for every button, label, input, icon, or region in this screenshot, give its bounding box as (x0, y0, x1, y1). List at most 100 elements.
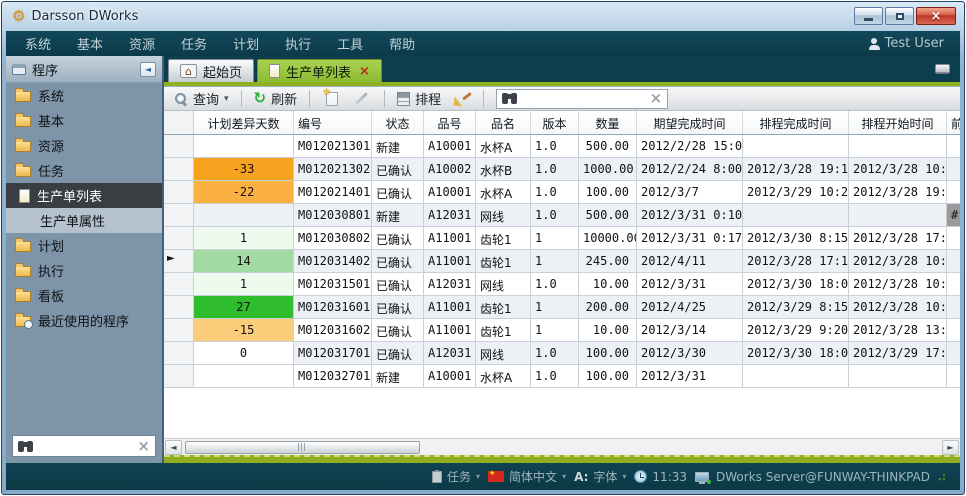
table-row[interactable]: 0M012031701已确认A12031网线1.0100.002012/3/30… (164, 342, 960, 365)
scroll-thumb[interactable] (185, 441, 420, 454)
table-row[interactable]: ►14M012031402已确认A11001齿轮11245.002012/4/1… (164, 250, 960, 273)
cell-clipped-col[interactable] (947, 273, 960, 296)
pin-icon[interactable] (935, 64, 950, 73)
cell-version[interactable]: 1.0 (531, 135, 579, 158)
cell-qty[interactable]: 1000.00 (579, 158, 637, 181)
cell-plan-diff-days[interactable]: 27 (194, 296, 294, 319)
tab-close-icon[interactable]: × (359, 65, 370, 78)
cell-item-no[interactable]: A11001 (424, 227, 476, 250)
cell-qty[interactable]: 100.00 (579, 365, 637, 388)
cell-clipped-col[interactable] (947, 365, 960, 388)
cell-sched-finish[interactable]: 2012/3/29 10:20 (743, 181, 849, 204)
table-row[interactable]: M012032701新建A10001水杯A1.0100.002012/3/31 (164, 365, 960, 388)
cell-plan-diff-days[interactable] (194, 365, 294, 388)
cell-order-no[interactable]: M012030801 (294, 204, 372, 227)
menu-item-4[interactable]: 任务 (168, 34, 220, 53)
sidebar-search-input[interactable] (38, 439, 132, 453)
cell-status[interactable]: 已确认 (372, 250, 424, 273)
cell-order-no[interactable]: M012021302 (294, 158, 372, 181)
cell-sched-start[interactable]: 2012/3/29 17:46 (849, 342, 947, 365)
cell-order-no[interactable]: M012021401 (294, 181, 372, 204)
menu-item-5[interactable]: 计划 (220, 34, 272, 53)
table-row[interactable]: M012021301新建A10001水杯A1.0500.002012/2/28 … (164, 135, 960, 158)
cell-plan-diff-days[interactable]: -33 (194, 158, 294, 181)
column-header-item-name[interactable]: 品名 (476, 111, 531, 134)
menu-item-2[interactable]: 基本 (64, 34, 116, 53)
cell-order-no[interactable]: M012031601 (294, 296, 372, 319)
column-header-sched-start[interactable]: 排程开始时间 (849, 111, 947, 134)
menu-item-7[interactable]: 工具 (324, 34, 376, 53)
cell-plan-diff-days[interactable]: 1 (194, 273, 294, 296)
cell-item-no[interactable]: A12031 (424, 273, 476, 296)
cell-item-no[interactable]: A12031 (424, 204, 476, 227)
cell-item-name[interactable]: 齿轮1 (476, 227, 531, 250)
clean-button[interactable] (450, 90, 475, 107)
cell-version[interactable]: 1.0 (531, 158, 579, 181)
table-row[interactable]: -15M012031602已确认A11001齿轮1110.002012/3/14… (164, 319, 960, 342)
cell-item-name[interactable]: 齿轮1 (476, 296, 531, 319)
cell-version[interactable]: 1 (531, 296, 579, 319)
user-badge[interactable]: Test User (869, 36, 954, 51)
cell-sched-finish[interactable]: 2012/3/29 8:15 (743, 296, 849, 319)
toolbar-search-input[interactable] (522, 92, 644, 106)
cell-order-no[interactable]: M012031402 (294, 250, 372, 273)
cell-status[interactable]: 新建 (372, 365, 424, 388)
cell-sched-finish[interactable]: 2012/3/28 17:13 (743, 250, 849, 273)
cell-expected-finish[interactable]: 2012/2/24 8:00 (637, 158, 743, 181)
sidebar-item-production-order-props[interactable]: 生产单属性 (6, 208, 162, 233)
column-header-expected-finish[interactable]: 期望完成时间 (637, 111, 743, 134)
cell-status[interactable]: 已确认 (372, 227, 424, 250)
cell-item-no[interactable]: A10001 (424, 365, 476, 388)
column-header-clipped-col[interactable]: 前 (947, 111, 960, 134)
sidebar-item-production-order-list[interactable]: 生产单列表 (6, 183, 162, 208)
cell-clipped-col[interactable] (947, 296, 960, 319)
sidebar-collapse-button[interactable]: ◄ (140, 62, 156, 77)
table-row[interactable]: M012030801新建A12031网线1.0500.002012/3/31 0… (164, 204, 960, 227)
cell-expected-finish[interactable]: 2012/4/11 (637, 250, 743, 273)
cell-clipped-col[interactable] (947, 227, 960, 250)
cell-expected-finish[interactable]: 2012/3/30 (637, 342, 743, 365)
table-row[interactable]: -33M012021302已确认A10002水杯B1.01000.002012/… (164, 158, 960, 181)
horizontal-scrollbar[interactable]: ◄ ► (164, 438, 960, 455)
sidebar-item-base[interactable]: 基本 (6, 108, 162, 133)
cell-order-no[interactable]: M012032701 (294, 365, 372, 388)
cell-expected-finish[interactable]: 2012/4/25 (637, 296, 743, 319)
cell-expected-finish[interactable]: 2012/3/14 (637, 319, 743, 342)
cell-qty[interactable]: 10.00 (579, 319, 637, 342)
sidebar-item-recent-programs[interactable]: 最近使用的程序 (6, 308, 162, 333)
minimize-button[interactable] (854, 7, 883, 25)
cell-item-name[interactable]: 水杯A (476, 135, 531, 158)
cell-item-no[interactable]: A11001 (424, 250, 476, 273)
cell-plan-diff-days[interactable] (194, 135, 294, 158)
sidebar-item-system[interactable]: 系统 (6, 83, 162, 108)
menu-item-6[interactable]: 执行 (272, 34, 324, 53)
sidebar-item-execute[interactable]: 执行 (6, 258, 162, 283)
cell-sched-finish[interactable] (743, 204, 849, 227)
sidebar-item-plan[interactable]: 计划 (6, 233, 162, 258)
cell-qty[interactable]: 200.00 (579, 296, 637, 319)
scroll-right-button[interactable]: ► (942, 440, 959, 455)
maximize-button[interactable] (885, 7, 914, 25)
cell-status[interactable]: 已确认 (372, 319, 424, 342)
cell-sched-start[interactable]: 2012/3/28 10:52 (849, 273, 947, 296)
new-button[interactable] (318, 91, 342, 107)
cell-plan-diff-days[interactable]: -22 (194, 181, 294, 204)
cell-sched-start[interactable]: 2012/3/28 10:52 (849, 250, 947, 273)
cell-sched-start[interactable] (849, 365, 947, 388)
cell-order-no[interactable]: M012031701 (294, 342, 372, 365)
sidebar-item-task[interactable]: 任务 (6, 158, 162, 183)
cell-item-no[interactable]: A10001 (424, 181, 476, 204)
cell-plan-diff-days[interactable] (194, 204, 294, 227)
sidebar-item-resource[interactable]: 资源 (6, 133, 162, 158)
task-menu[interactable]: 任务 ▾ (432, 468, 480, 485)
column-header-order-no[interactable]: 编号 (294, 111, 372, 134)
splitter-strip[interactable] (164, 455, 960, 463)
cell-status[interactable]: 已确认 (372, 158, 424, 181)
cell-status[interactable]: 已确认 (372, 273, 424, 296)
cell-plan-diff-days[interactable]: 14 (194, 250, 294, 273)
resize-grip-icon[interactable] (938, 473, 946, 481)
refresh-button[interactable]: ↻ 刷新 (250, 88, 302, 109)
cell-sched-finish[interactable] (743, 365, 849, 388)
sidebar-item-kanban[interactable]: 看板 (6, 283, 162, 308)
cell-expected-finish[interactable]: 2012/3/31 0:10 (637, 204, 743, 227)
